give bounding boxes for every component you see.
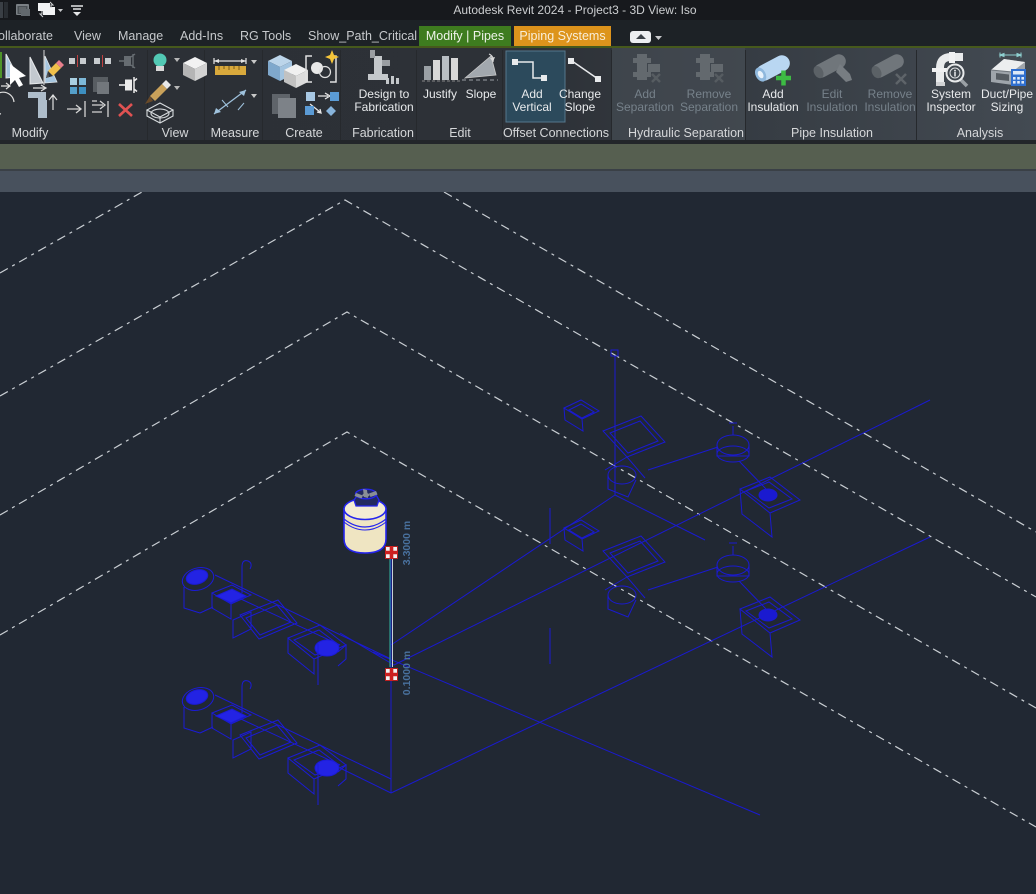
svg-text:3.3000 m: 3.3000 m (401, 521, 413, 565)
svg-text:0.1000 m: 0.1000 m (401, 651, 413, 695)
